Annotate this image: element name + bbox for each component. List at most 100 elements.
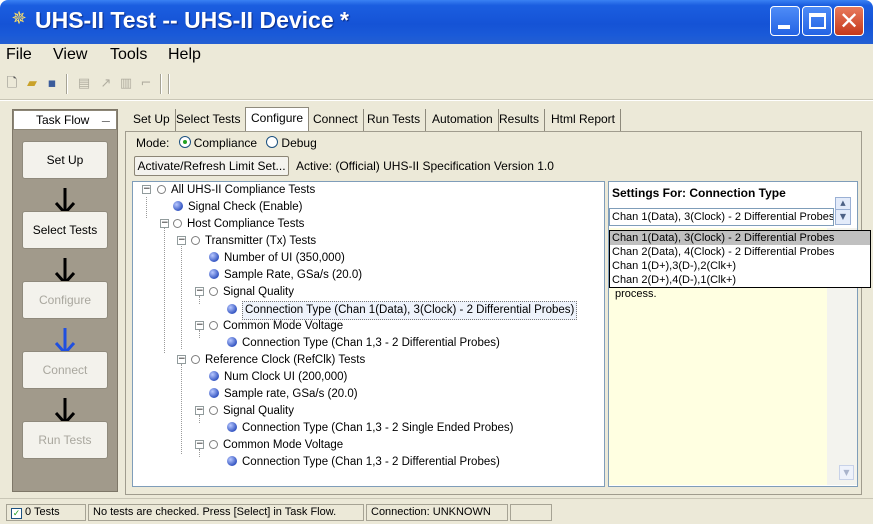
settings-header: Settings For: Connection Type [612,186,786,200]
dropdown-option[interactable]: Chan 2(Data), 4(Clock) - 2 Differential … [610,245,870,259]
tab-html-report[interactable]: Html Report [546,109,622,131]
task-flow-panel: Task Flow _ Set Up Select Tests Configur… [12,107,118,492]
debug-label[interactable]: Debug [281,136,316,150]
connection-type-combo[interactable]: Chan 1(Data), 3(Clock) - 2 Differential … [609,208,834,226]
setting-icon [227,337,237,347]
collapse-icon[interactable]: − [195,406,204,415]
group-icon [173,219,182,228]
tree-connector [146,197,147,218]
tree-node-label: Sample Rate, GSa/s (20.0) [224,269,363,281]
debug-radio[interactable] [266,136,279,148]
connection-type-dropdown[interactable]: Chan 1(Data), 3(Clock) - 2 Differential … [609,230,871,288]
task-run-tests-button[interactable]: Run Tests [22,421,108,459]
tree-connector [199,296,200,304]
run-icon[interactable]: ↗ [98,76,114,92]
tree-node-label: Common Mode Voltage [223,439,344,451]
tab-setup[interactable]: Set Up [128,109,176,131]
scroll-down-icon[interactable]: ▼ [839,465,854,480]
tree-node[interactable]: Number of UI (350,000) [209,250,345,267]
tree-node[interactable]: Reference Clock (RefClk) Tests [191,352,365,369]
tree-node[interactable]: Transmitter (Tx) Tests [191,233,316,250]
tree-node[interactable]: Host Compliance Tests [173,216,304,233]
stop-icon[interactable]: ⌐ [138,76,154,92]
save-icon[interactable]: ▪ [44,76,60,92]
tree-connector [181,364,182,454]
group-icon [209,321,218,330]
tree-node[interactable]: Common Mode Voltage [209,318,343,335]
maximize-icon [809,13,826,29]
chevron-down-icon[interactable]: ▼ [835,209,851,225]
collapse-icon[interactable]: − [195,287,204,296]
task-select-tests-button[interactable]: Select Tests [22,211,108,249]
tab-connect[interactable]: Connect [308,109,364,131]
dropdown-option[interactable]: Chan 1(Data), 3(Clock) - 2 Differential … [610,231,870,245]
collapse-icon[interactable]: − [195,321,204,330]
report-icon[interactable]: ▥ [118,76,134,92]
tree-node[interactable]: Connection Type (Chan 1,3 - 2 Single End… [227,420,514,437]
menu-view[interactable]: View [53,46,87,64]
status-message: No tests are checked. Press [Select] in … [88,504,364,521]
mode-label: Mode: [136,136,170,150]
menu-help[interactable]: Help [168,46,201,64]
active-limit-set: Active: (Official) UHS-II Specification … [296,159,554,173]
tests-count-cell[interactable]: ✓ 0 Tests [6,504,86,521]
tree-node-label: Num Clock UI (200,000) [224,371,348,383]
tree-node-label: All UHS-II Compliance Tests [171,184,316,196]
new-file-icon[interactable]: 🗋 [4,76,20,92]
compliance-radio[interactable] [178,136,191,148]
group-icon [157,185,166,194]
compliance-label[interactable]: Compliance [194,136,257,150]
dropdown-option[interactable]: Chan 1(D+),3(D-),2(Clk+) [610,259,870,273]
close-button[interactable]: ✕ [834,6,864,36]
tab-automation[interactable]: Automation [427,109,499,131]
activate-limit-set-button[interactable]: Activate/Refresh Limit Set... [134,156,289,176]
maximize-button[interactable] [802,6,832,36]
group-icon [191,236,200,245]
menu-tools[interactable]: Tools [110,46,147,64]
tab-run-tests[interactable]: Run Tests [362,109,427,131]
tree-connector [199,330,200,338]
collapse-icon[interactable]: _ [102,107,110,123]
connection-status: Connection: UNKNOWN [366,504,508,521]
tests-count: 0 Tests [25,506,60,518]
tree-node[interactable]: Signal Check (Enable) [173,199,302,216]
title-bar: ✵ UHS-II Test -- UHS-II Device * ✕ [0,0,873,44]
setting-icon [227,304,237,314]
task-connect-button[interactable]: Connect [22,351,108,389]
tab-configure[interactable]: Configure [245,107,310,132]
dropdown-option[interactable]: Chan 2(D+),4(D-),1(Clk+) [610,273,870,287]
tree-node[interactable]: Connection Type (Chan 1,3 - 2 Differenti… [227,335,500,352]
collapse-icon[interactable]: − [177,355,186,364]
tree-node[interactable]: Connection Type (Chan 1,3 - 2 Differenti… [227,454,500,471]
checkbox-icon[interactable]: ✓ [11,508,22,519]
app-icon: ✵ [11,8,27,29]
collapse-icon[interactable]: − [160,219,169,228]
tab-results[interactable]: Results [494,109,546,131]
collapse-icon[interactable]: − [195,440,204,449]
tree-node[interactable]: Num Clock UI (200,000) [209,369,347,386]
collapse-icon[interactable]: − [142,185,151,194]
tree-node-label: Transmitter (Tx) Tests [205,235,317,247]
group-icon [191,355,200,364]
export-icon[interactable]: ▤ [76,76,92,92]
menu-file[interactable]: File [6,46,32,64]
tree-connector [164,225,165,353]
status-empty-cell [510,504,552,521]
tree-node[interactable]: Sample Rate, GSa/s (20.0) [209,267,362,284]
tree-node[interactable]: Connection Type (Chan 1(Data), 3(Clock) … [227,301,578,320]
open-folder-icon[interactable]: ▰ [24,76,40,92]
tree-node[interactable]: Sample rate, GSa/s (20.0) [209,386,358,403]
minimize-button[interactable] [770,6,800,36]
tree-node[interactable]: All UHS-II Compliance Tests [157,182,315,199]
tree-node[interactable]: Signal Quality [209,403,294,420]
tab-select-tests[interactable]: Select Tests [171,109,247,131]
collapse-icon[interactable]: − [177,236,186,245]
tree-node[interactable]: Common Mode Voltage [209,437,343,454]
menu-bar: File View Tools Help [0,44,873,68]
task-setup-button[interactable]: Set Up [22,141,108,179]
tree-node[interactable]: Signal Quality [209,284,294,301]
setting-icon [227,422,237,432]
task-configure-button[interactable]: Configure [22,281,108,319]
test-tree[interactable]: − − − − − − − − All UHS-II Compliance Te… [132,181,605,487]
setting-icon [173,201,183,211]
